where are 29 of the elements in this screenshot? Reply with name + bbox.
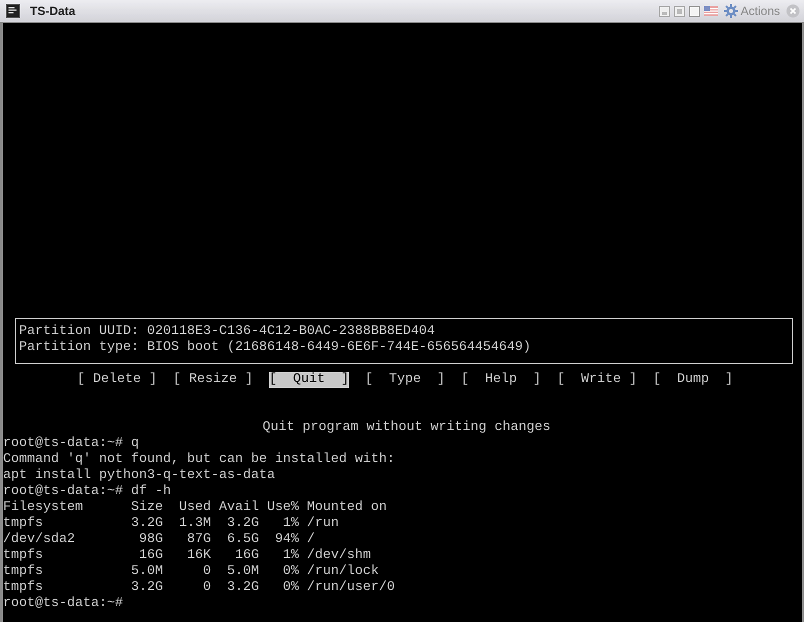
restore-icon[interactable] [674,6,685,16]
minimize-icon[interactable] [658,6,670,16]
menu-button[interactable]: [ Write ] [557,372,637,388]
menu-button[interactable]: [ Delete ] [77,372,157,388]
terminal-line: Command 'q' not found, but can be installed with: [3,452,395,468]
menu-button[interactable]: [ Help ] [461,372,541,388]
partition-info-line: Partition UUID: 020118E3-C136-4C12-B0AC-2388BB8ED404 [19,324,436,340]
window-title: TS-Data [30,4,76,18]
menu-button[interactable]: [ Quit ] [269,372,349,388]
terminal-line: root@ts-data:~# df -h [3,484,171,500]
terminal-line: apt install python3-q-text-as-data [3,468,275,484]
terminal-line: tmpfs 16G 16K 16G 1% /dev/shm [3,548,371,564]
menu-button[interactable]: [ Resize ] [173,372,253,388]
terminal-line: root@ts-data:~# q [3,436,139,452]
terminal-icon [6,4,20,18]
menu-button[interactable]: [ Dump ] [653,372,733,388]
flag-icon[interactable] [704,6,718,16]
close-icon[interactable] [786,4,800,18]
gear-icon [724,4,738,18]
terminal-line: tmpfs 3.2G 1.3M 3.2G 1% /run [3,516,339,532]
partition-info-line: Partition type: BIOS boot (21686148-6449-6E6F-744E-656564454649) [19,340,532,356]
terminal-line: /dev/sda2 98G 87G 6.5G 94% / [3,532,315,548]
terminal-line: tmpfs 5.0M 0 5.0M 0% /run/lock [3,564,379,580]
terminal-line: Filesystem Size Used Avail Use% Mounted on [3,500,387,516]
maximize-icon[interactable] [688,6,700,16]
terminal-line: tmpfs 3.2G 0 3.2G 0% /run/user/0 [3,580,395,596]
menu-button[interactable]: [ Type ] [365,372,445,388]
status-message: Quit program without writing changes [262,420,552,436]
terminal-line: root@ts-data:~# [3,596,123,612]
